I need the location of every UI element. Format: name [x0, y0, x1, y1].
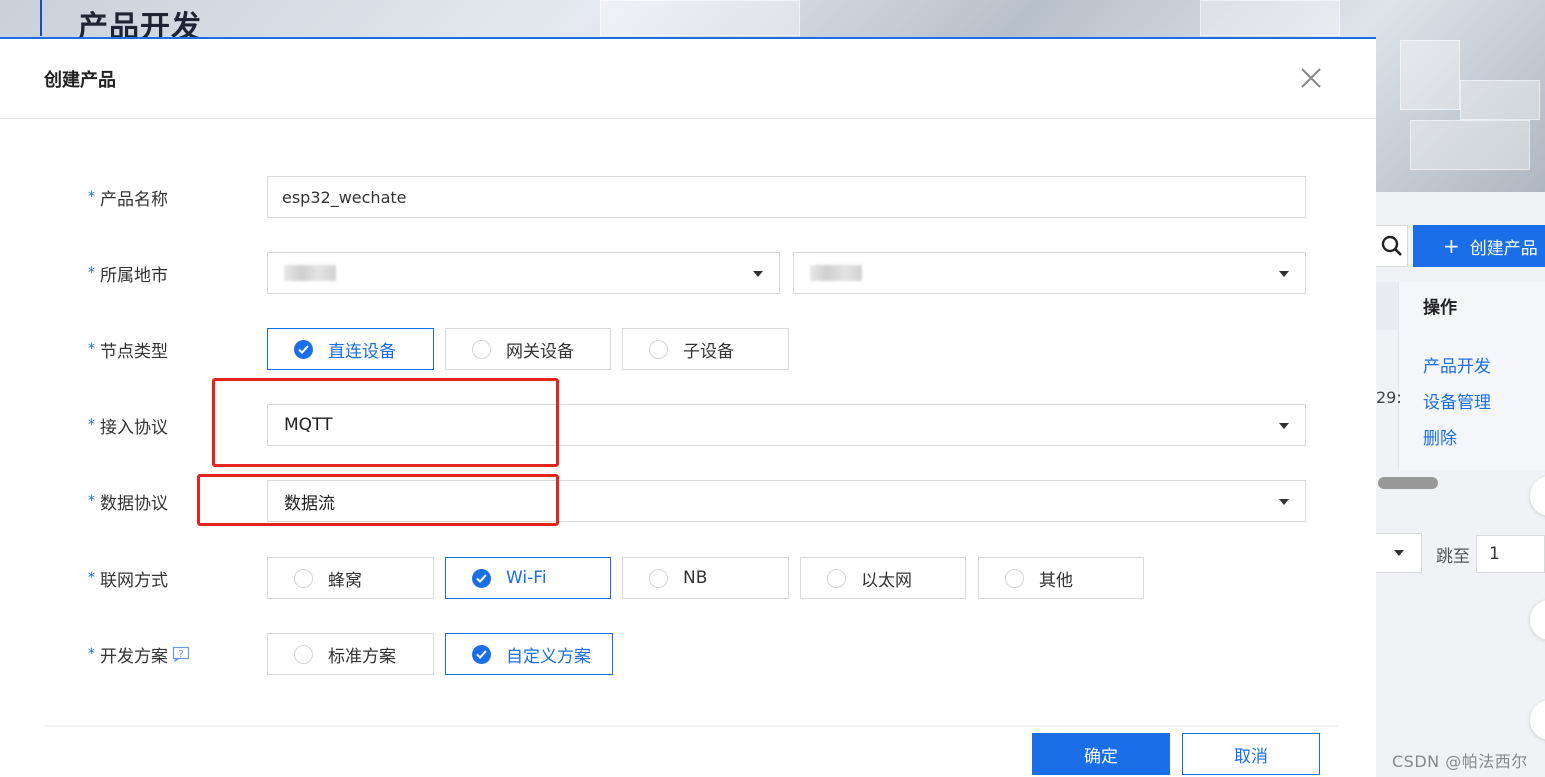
caret-down-icon: [1393, 550, 1404, 556]
radio-icon: [1005, 569, 1024, 588]
radio-icon: [827, 569, 846, 588]
close-button[interactable]: [1297, 64, 1325, 92]
access-protocol-value: MQTT: [284, 415, 333, 435]
plus-icon: +: [1443, 234, 1460, 258]
option-ethernet[interactable]: 以太网: [800, 557, 966, 599]
caret-down-icon: [1279, 271, 1289, 277]
product-name-input[interactable]: esp32_wechate: [267, 176, 1306, 218]
data-protocol-value: 数据流: [284, 493, 335, 514]
link-product-dev[interactable]: 产品开发: [1423, 352, 1491, 377]
radio-icon: [294, 645, 313, 664]
form-row-network: * 联网方式 蜂窝 Wi-Fi NB 以太网 其他: [0, 557, 1376, 599]
search-icon: [1381, 235, 1402, 256]
form-row-data-protocol: * 数据协议 数据流: [0, 480, 1376, 522]
link-delete[interactable]: 删除: [1423, 424, 1457, 449]
page-size-select[interactable]: [1376, 533, 1422, 573]
watermark: CSDN @帕法西尔: [1392, 752, 1528, 771]
close-icon: [1301, 68, 1321, 88]
field-label: * 联网方式: [88, 570, 168, 591]
required-mark: *: [88, 341, 95, 357]
title-accent-bar: [40, 0, 42, 36]
option-nb[interactable]: NB: [622, 557, 789, 599]
link-device-manage[interactable]: 设备管理: [1423, 388, 1491, 413]
radio-icon: [294, 569, 313, 588]
option-gateway-device[interactable]: 网关设备: [445, 328, 611, 370]
required-mark: *: [88, 265, 95, 281]
field-label: * 节点类型: [88, 341, 168, 362]
access-protocol-select[interactable]: MQTT: [267, 404, 1306, 446]
create-product-dialog: 创建产品 * 产品名称 esp32_wechate * 所属地市 * 节点类型 直连设…: [0, 37, 1376, 777]
check-icon: [472, 569, 491, 588]
jump-to-label: 跳至: [1436, 547, 1470, 567]
form-row-region: * 所属地市: [0, 252, 1376, 294]
required-mark: *: [88, 417, 95, 433]
field-label: * 产品名称: [88, 189, 168, 210]
data-protocol-select[interactable]: 数据流: [267, 480, 1306, 522]
horizontal-scrollbar[interactable]: [1378, 477, 1438, 489]
option-wifi[interactable]: Wi-Fi: [445, 557, 611, 599]
option-direct-device[interactable]: 直连设备: [267, 328, 434, 370]
form-divider: [44, 725, 1338, 727]
cancel-button[interactable]: 取消: [1182, 733, 1320, 775]
check-icon: [472, 645, 491, 664]
radio-icon: [649, 340, 668, 359]
form-row-node-type: * 节点类型 直连设备 网关设备 子设备: [0, 328, 1376, 370]
confirm-button[interactable]: 确定: [1032, 733, 1170, 775]
form-row-dev-plan: * 开发方案 ? 标准方案 自定义方案: [0, 633, 1376, 675]
required-mark: *: [88, 646, 95, 662]
field-label: * 接入协议: [88, 417, 168, 438]
dialog-header: 创建产品: [0, 39, 1376, 119]
create-product-button[interactable]: + 创建产品: [1413, 225, 1545, 267]
radio-icon: [649, 569, 668, 588]
jump-to-input[interactable]: 1: [1476, 535, 1545, 573]
caret-down-icon: [1279, 423, 1289, 429]
form-row-name: * 产品名称 esp32_wechate: [0, 176, 1376, 218]
required-mark: *: [88, 493, 95, 509]
check-icon: [294, 340, 313, 359]
form-row-access-protocol: * 接入协议 MQTT: [0, 404, 1376, 446]
table-cell-time-fragment: 29:: [1376, 388, 1402, 407]
field-label: * 所属地市: [88, 265, 168, 286]
city-select[interactable]: [793, 252, 1306, 294]
radio-icon: [472, 340, 491, 359]
option-sub-device[interactable]: 子设备: [622, 328, 789, 370]
blurred-value: [810, 265, 862, 281]
help-icon[interactable]: ?: [172, 646, 190, 662]
blurred-value: [284, 265, 336, 281]
option-other[interactable]: 其他: [978, 557, 1144, 599]
province-select[interactable]: [267, 252, 780, 294]
field-label: * 数据协议: [88, 493, 168, 514]
option-standard-plan[interactable]: 标准方案: [267, 633, 434, 675]
search-button[interactable]: [1376, 225, 1408, 267]
create-product-label: 创建产品: [1469, 238, 1538, 259]
caret-down-icon: [1279, 499, 1289, 505]
dialog-title: 创建产品: [44, 69, 116, 91]
svg-text:?: ?: [178, 649, 183, 660]
operation-column-header: 操作: [1423, 298, 1457, 318]
option-cellular[interactable]: 蜂窝: [267, 557, 434, 599]
required-mark: *: [88, 570, 95, 586]
field-label: * 开发方案 ?: [88, 633, 190, 675]
required-mark: *: [88, 189, 95, 205]
option-custom-plan[interactable]: 自定义方案: [445, 633, 613, 675]
caret-down-icon: [753, 271, 763, 277]
